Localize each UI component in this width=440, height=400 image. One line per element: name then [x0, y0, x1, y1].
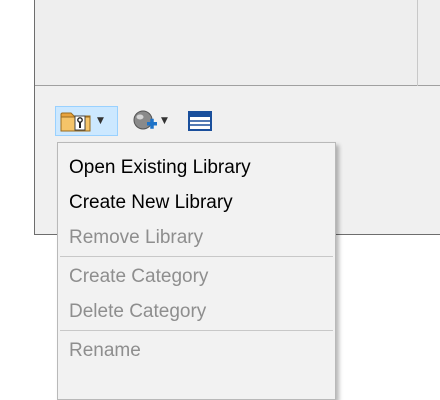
menu-item-create-new-library[interactable]: Create New Library [58, 185, 335, 220]
menu-item-remove-library[interactable]: Remove Library [58, 220, 335, 255]
library-content-area[interactable] [35, 0, 440, 86]
list-view-button[interactable] [188, 106, 218, 136]
chevron-down-icon: ▼ [97, 115, 104, 126]
menu-item-open-existing-library[interactable]: Open Existing Library [58, 150, 335, 185]
list-view-icon [188, 110, 212, 132]
menu-separator [60, 330, 333, 331]
column-divider [417, 0, 418, 86]
library-folder-icon [60, 110, 94, 132]
menu-separator [60, 256, 333, 257]
library-menu-button[interactable]: ▼ [55, 106, 118, 136]
add-globe-button[interactable]: ▼ [132, 106, 178, 136]
menu-item-create-category[interactable]: Create Category [58, 259, 335, 294]
library-toolbar: ▼ ▼ [35, 86, 440, 142]
add-globe-icon [132, 108, 158, 134]
chevron-down-icon: ▼ [161, 115, 168, 126]
library-context-menu: Open Existing Library Create New Library… [57, 142, 336, 400]
menu-item-rename[interactable]: Rename [58, 333, 335, 368]
menu-item-delete-category[interactable]: Delete Category [58, 294, 335, 329]
